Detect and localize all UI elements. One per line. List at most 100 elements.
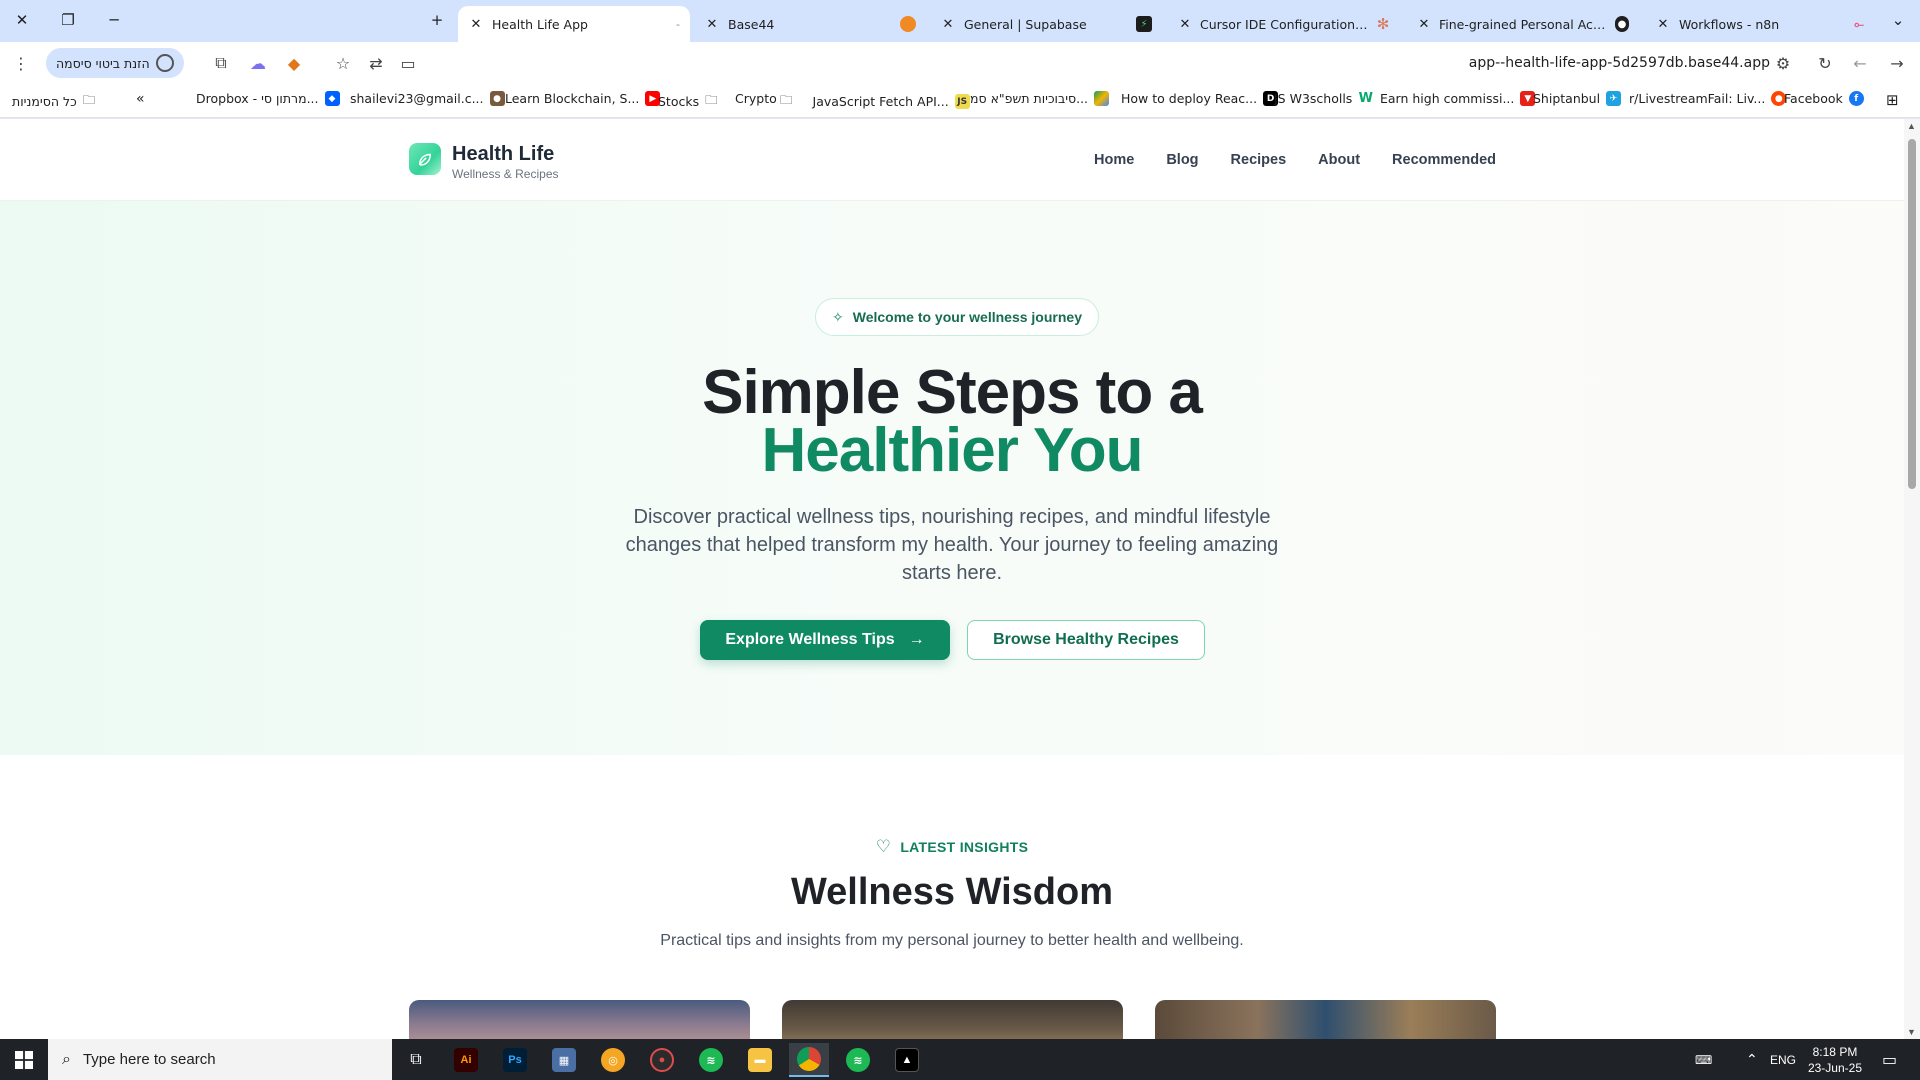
notifications-icon[interactable]: ▭	[1882, 1039, 1897, 1080]
tab-n8n[interactable]: ✕ Workflows - n8n ⟜	[1645, 6, 1877, 42]
close-tab-icon[interactable]: ✕	[1655, 17, 1671, 32]
close-tab-icon[interactable]: ✕	[1178, 17, 1192, 32]
blog-card-image-2[interactable]	[782, 1000, 1123, 1039]
cursor-app-icon[interactable]: ▲	[887, 1043, 927, 1077]
bookmark-gmail[interactable]: shailevi23@gmail.c... ●	[350, 91, 505, 106]
blog-card-image-1[interactable]	[409, 1000, 750, 1039]
apps-grid-icon[interactable]: ⊞	[1886, 91, 1899, 109]
hero-title-line2: Healthier You	[761, 416, 1144, 485]
bookmark-facebook[interactable]: Facebook f	[1784, 91, 1864, 106]
tab-search-chevron-icon[interactable]: ⌄	[1876, 6, 1920, 34]
bookmark-deploy-react[interactable]: How to deploy Reac... D	[1121, 91, 1279, 106]
bookmark-dropbox[interactable]: Dropbox - מרתון סי... ◆	[196, 91, 340, 106]
bookmark-stocks[interactable]: Stocks 🗀	[658, 91, 718, 112]
back-arrow-icon[interactable]: →	[1884, 50, 1910, 76]
bookmark-shiptanbul[interactable]: Shiptanbul ✈	[1533, 91, 1622, 106]
scroll-up-icon[interactable]: ▲	[1907, 121, 1916, 131]
close-tab-icon[interactable]: ✕	[468, 17, 484, 32]
password-chip-label: הזנת ביטוי סיסמה	[56, 55, 150, 71]
nav-recommended[interactable]: Recommended	[1392, 152, 1496, 168]
explore-wellness-tips-button[interactable]: Explore Wellness Tips →	[700, 620, 950, 660]
restore-window-icon[interactable]: ❐	[46, 6, 90, 34]
close-tab-icon[interactable]: ✕	[704, 17, 720, 32]
cast-icon[interactable]: ▭	[395, 50, 421, 76]
all-bookmarks[interactable]: כל הסימניות 🗀	[12, 91, 95, 112]
minimize-window-icon[interactable]: ─	[92, 6, 136, 34]
spotify-icon[interactable]: ≋	[691, 1043, 731, 1077]
metamask-icon[interactable]: ◆	[281, 50, 307, 76]
vlc-icon[interactable]: ◎	[593, 1043, 633, 1077]
nav-about[interactable]: About	[1318, 152, 1360, 168]
bookmarks-overflow-icon[interactable]: «	[136, 91, 145, 107]
search-icon: ⌕	[62, 1050, 71, 1068]
blog-card-image-3[interactable]	[1155, 1000, 1496, 1039]
main-nav: Home Blog Recipes About Recommended	[1094, 152, 1496, 168]
bookmark-label: Earn high commissi...	[1380, 91, 1515, 106]
spotify-icon-2[interactable]: ≋	[838, 1043, 878, 1077]
nav-recipes[interactable]: Recipes	[1231, 152, 1287, 168]
bookmark-star-icon[interactable]: ☆	[330, 50, 356, 76]
scrollbar-thumb[interactable]	[1908, 139, 1916, 489]
base44-favicon-icon	[900, 16, 916, 32]
tab-cursor-guide[interactable]: ✕ Cursor IDE Configuration Guide ✻	[1168, 6, 1400, 42]
close-tab-icon[interactable]: ✕	[940, 17, 956, 32]
tray-chevron-up-icon[interactable]: ⌃	[1746, 1039, 1758, 1080]
clock-time: 8:18 PM	[1812, 1045, 1858, 1059]
windows-start-icon[interactable]	[0, 1039, 48, 1080]
reload-icon[interactable]: ↻	[1812, 50, 1838, 76]
password-chip[interactable]: הזנת ביטוי סיסמה	[46, 48, 184, 78]
extension-cloud-icon[interactable]: ☁	[245, 50, 271, 76]
taskbar-search-input[interactable]: ⌕ Type here to search	[48, 1039, 392, 1080]
all-bookmarks-label: כל הסימניות	[12, 94, 77, 109]
menu-kebab-icon[interactable]: ⋮	[8, 50, 34, 76]
keyboard-icon[interactable]: ⌨	[1695, 1039, 1712, 1080]
tab-base44[interactable]: ✕ Base44	[694, 6, 926, 42]
bookmark-blockchain[interactable]: Learn Blockchain, S... ▶	[505, 91, 661, 106]
photoshop-icon[interactable]: Ps	[495, 1043, 535, 1077]
welcome-pill: ✧ Welcome to your wellness journey	[815, 298, 1099, 336]
browser-toolbar: ⋮ הזנת ביטוי סיסמה ⧉ ☁ ◆ ☆ ⇄ ▭ app--heal…	[0, 42, 1920, 82]
tab-loading-icon: -	[676, 17, 680, 31]
nav-blog[interactable]: Blog	[1166, 152, 1198, 168]
close-tab-icon[interactable]: ✕	[1417, 17, 1431, 32]
extensions-icon[interactable]: ⧉	[208, 50, 234, 76]
search-placeholder: Type here to search	[82, 1051, 216, 1068]
site-settings-icon[interactable]: ⚙	[1770, 50, 1796, 76]
illustrator-icon[interactable]: Ai	[446, 1043, 486, 1077]
recorder-icon[interactable]: ●	[642, 1043, 682, 1077]
hero-section: ✧ Welcome to your wellness journey Simpl…	[0, 201, 1904, 755]
folder-icon: 🗀	[780, 92, 793, 107]
tab-github-token[interactable]: ✕ Fine-grained Personal Access To ●	[1407, 6, 1639, 42]
bookmark-livestreamfail[interactable]: r/LivestreamFail: Liv... ●	[1629, 91, 1787, 106]
new-tab-icon[interactable]: +	[415, 6, 459, 34]
tab-supabase[interactable]: ✕ General | Supabase ⚡	[930, 6, 1162, 42]
bookmark-commissions[interactable]: Earn high commissi... ▼	[1380, 91, 1536, 106]
chrome-icon[interactable]	[789, 1043, 829, 1077]
claude-favicon-icon: ✻	[1376, 15, 1390, 33]
tab-health-life[interactable]: ✕ Health Life App -	[458, 6, 690, 42]
browse-healthy-recipes-button[interactable]: Browse Healthy Recipes	[967, 620, 1205, 660]
bookmark-w3schools[interactable]: JS W3scholls W	[1274, 91, 1374, 106]
tab-title: Cursor IDE Configuration Guide	[1200, 16, 1368, 32]
forward-arrow-icon[interactable]: ←	[1847, 50, 1873, 76]
scroll-down-icon[interactable]: ▼	[1907, 1027, 1916, 1037]
dropbox-icon: ◆	[324, 91, 340, 106]
bookmark-crypto[interactable]: Crypto	[735, 91, 777, 106]
leaf-logo-icon[interactable]	[409, 143, 441, 175]
page-scrollbar[interactable]: ▲ ▼	[1904, 119, 1920, 1039]
close-window-icon[interactable]: ✕	[0, 6, 44, 34]
translate-icon[interactable]: ⇄	[363, 50, 389, 76]
heart-icon: ♡	[875, 837, 892, 856]
language-indicator[interactable]: ENG	[1770, 1039, 1796, 1080]
calculator-icon[interactable]: ▦	[544, 1043, 584, 1077]
address-bar-url[interactable]: app--health-life-app-5d2597db.base44.app	[1469, 55, 1770, 71]
brand-name[interactable]: Health Life	[452, 143, 554, 166]
bookmark-fetch-api[interactable]: 🗀 JavaScript Fetch API... JS	[780, 91, 970, 112]
file-explorer-icon[interactable]: ▬	[740, 1043, 780, 1077]
task-view-icon[interactable]: ⧉	[396, 1043, 436, 1077]
latest-insights-label: LATEST INSIGHTS	[900, 839, 1029, 855]
latest-insights-tag: ♡ LATEST INSIGHTS	[0, 837, 1904, 857]
nav-home[interactable]: Home	[1094, 152, 1134, 168]
taskbar-clock[interactable]: 8:18 PM 23-Jun-25	[1808, 1044, 1862, 1076]
bookmark-complexity[interactable]: סיבוכיות תשפ"א סמ...	[970, 91, 1110, 106]
